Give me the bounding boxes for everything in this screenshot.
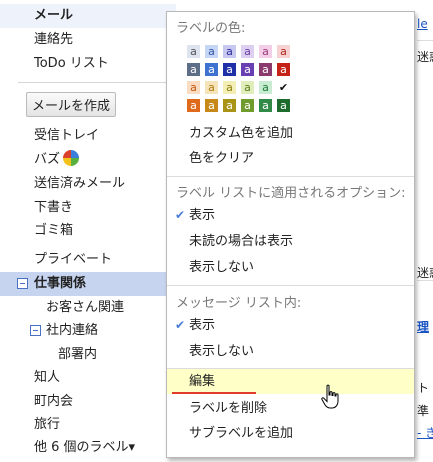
- color-swatch[interactable]: a: [241, 81, 254, 94]
- color-swatch[interactable]: a: [205, 63, 218, 76]
- nav-inbox[interactable]: 受信トレイ: [0, 124, 176, 148]
- color-swatch[interactable]: a: [259, 45, 272, 58]
- label-internal-text: 社内連絡: [46, 323, 99, 338]
- color-swatch[interactable]: a: [223, 99, 236, 112]
- label-work[interactable]: 仕事関係: [0, 272, 176, 296]
- add-custom-color-item[interactable]: カスタム色を追加: [167, 121, 414, 146]
- label-color-header: ラベルの色:: [176, 21, 246, 36]
- nav-sent[interactable]: 送信済みメール: [0, 172, 176, 196]
- selected-color-swatch[interactable]: ✔: [277, 81, 290, 94]
- color-swatch[interactable]: a: [187, 81, 200, 94]
- color-swatch-row: aaaaaa: [187, 99, 290, 112]
- nav-todo[interactable]: ToDo リスト: [0, 52, 176, 76]
- add-sublabel-item[interactable]: サブラベルを追加: [167, 421, 414, 446]
- check-icon: ✔: [175, 208, 186, 222]
- color-swatch[interactable]: a: [223, 45, 236, 58]
- nav-buzz-label: バズ: [34, 152, 61, 167]
- message-fragment: 迷惑: [417, 266, 433, 280]
- label-work-text: 仕事関係: [34, 276, 87, 291]
- minus-box-icon[interactable]: [17, 278, 28, 289]
- edit-item[interactable]: 編集: [167, 369, 414, 394]
- message-list-header: メッセージ リスト内:: [176, 296, 302, 311]
- clear-color-item[interactable]: 色をクリア: [167, 146, 414, 171]
- more-labels-link[interactable]: 他 6 個のラベル▾: [0, 436, 176, 460]
- label-dept[interactable]: 部署内: [0, 343, 176, 367]
- compose-button[interactable]: メールを作成: [26, 92, 116, 117]
- buzz-icon: [63, 150, 80, 166]
- label-customers[interactable]: お客さん関連: [0, 296, 176, 320]
- nav-buzz[interactable]: バズ: [0, 148, 176, 172]
- message-fragment[interactable]: 理: [417, 318, 429, 335]
- delete-label-item[interactable]: ラベルを削除: [167, 396, 414, 421]
- nav-trash[interactable]: ゴミ箱: [0, 219, 176, 243]
- color-swatch[interactable]: a: [205, 99, 218, 112]
- message-fragment[interactable]: - き: [417, 424, 433, 441]
- hand-cursor-icon: [321, 384, 339, 409]
- message-fragment: 準: [417, 404, 430, 418]
- hide-item[interactable]: 表示しない: [167, 255, 414, 280]
- color-swatch[interactable]: a: [205, 45, 218, 58]
- color-swatch[interactable]: a: [223, 81, 236, 94]
- nav-mail[interactable]: メール: [0, 4, 176, 28]
- color-swatch-row: aaaaaa: [187, 63, 290, 76]
- message-list-show-item[interactable]: ✔ 表示: [167, 313, 414, 338]
- menu-divider: [167, 176, 414, 177]
- color-swatch[interactable]: a: [259, 63, 272, 76]
- message-divider: [417, 280, 433, 281]
- color-swatch[interactable]: a: [277, 63, 290, 76]
- label-list-header: ラベル リストに適用されるオプション:: [176, 186, 406, 201]
- color-swatch[interactable]: a: [241, 63, 254, 76]
- minus-box-icon[interactable]: [30, 325, 41, 336]
- check-icon: ✔: [175, 318, 186, 332]
- color-swatch-row: a a a a a ✔: [187, 81, 290, 94]
- message-divider: [417, 40, 433, 41]
- label-internal[interactable]: 社内連絡: [0, 319, 176, 343]
- nav-divider: [18, 82, 168, 83]
- label-acquaintance[interactable]: 知人: [0, 366, 176, 390]
- show-item-label: 表示: [189, 208, 216, 223]
- label-community[interactable]: 町内会: [0, 390, 176, 414]
- message-fragment: ト: [417, 381, 430, 395]
- color-swatch[interactable]: a: [187, 45, 200, 58]
- color-swatch-row: aaaaaa: [187, 45, 290, 58]
- color-swatch[interactable]: a: [259, 81, 272, 94]
- color-swatch[interactable]: a: [187, 63, 200, 76]
- label-travel[interactable]: 旅行: [0, 413, 176, 437]
- color-swatch[interactable]: a: [241, 45, 254, 58]
- message-fragment: 迷惑: [417, 50, 433, 64]
- nav-drafts[interactable]: 下書き: [0, 196, 176, 220]
- message-fragment[interactable]: le: [417, 17, 428, 31]
- highlight-underline: [172, 392, 256, 394]
- color-swatch[interactable]: a: [223, 63, 236, 76]
- message-list-show-label: 表示: [189, 318, 216, 333]
- show-item[interactable]: ✔ 表示: [167, 203, 414, 228]
- color-swatch[interactable]: a: [205, 81, 218, 94]
- color-swatch[interactable]: a: [277, 45, 290, 58]
- nav-contacts[interactable]: 連絡先: [0, 28, 176, 52]
- label-private[interactable]: プライベート: [0, 248, 176, 272]
- color-swatch[interactable]: a: [259, 99, 272, 112]
- left-navigation: メール 連絡先 ToDo リスト メールを作成 受信トレイ バズ 送信済みメール…: [0, 0, 176, 462]
- label-options-menu: ラベルの色: a a a a a a a a a a a a a a a a a ✔ a a a a a a カスタム色を追加…: [166, 11, 415, 458]
- show-if-unread-item[interactable]: 未読の場合は表示: [167, 229, 414, 254]
- color-swatch[interactable]: a: [241, 99, 254, 112]
- color-swatch[interactable]: a: [187, 99, 200, 112]
- message-list-hide-item[interactable]: 表示しない: [167, 339, 414, 364]
- menu-divider: [167, 285, 414, 286]
- color-swatch[interactable]: a: [277, 99, 290, 112]
